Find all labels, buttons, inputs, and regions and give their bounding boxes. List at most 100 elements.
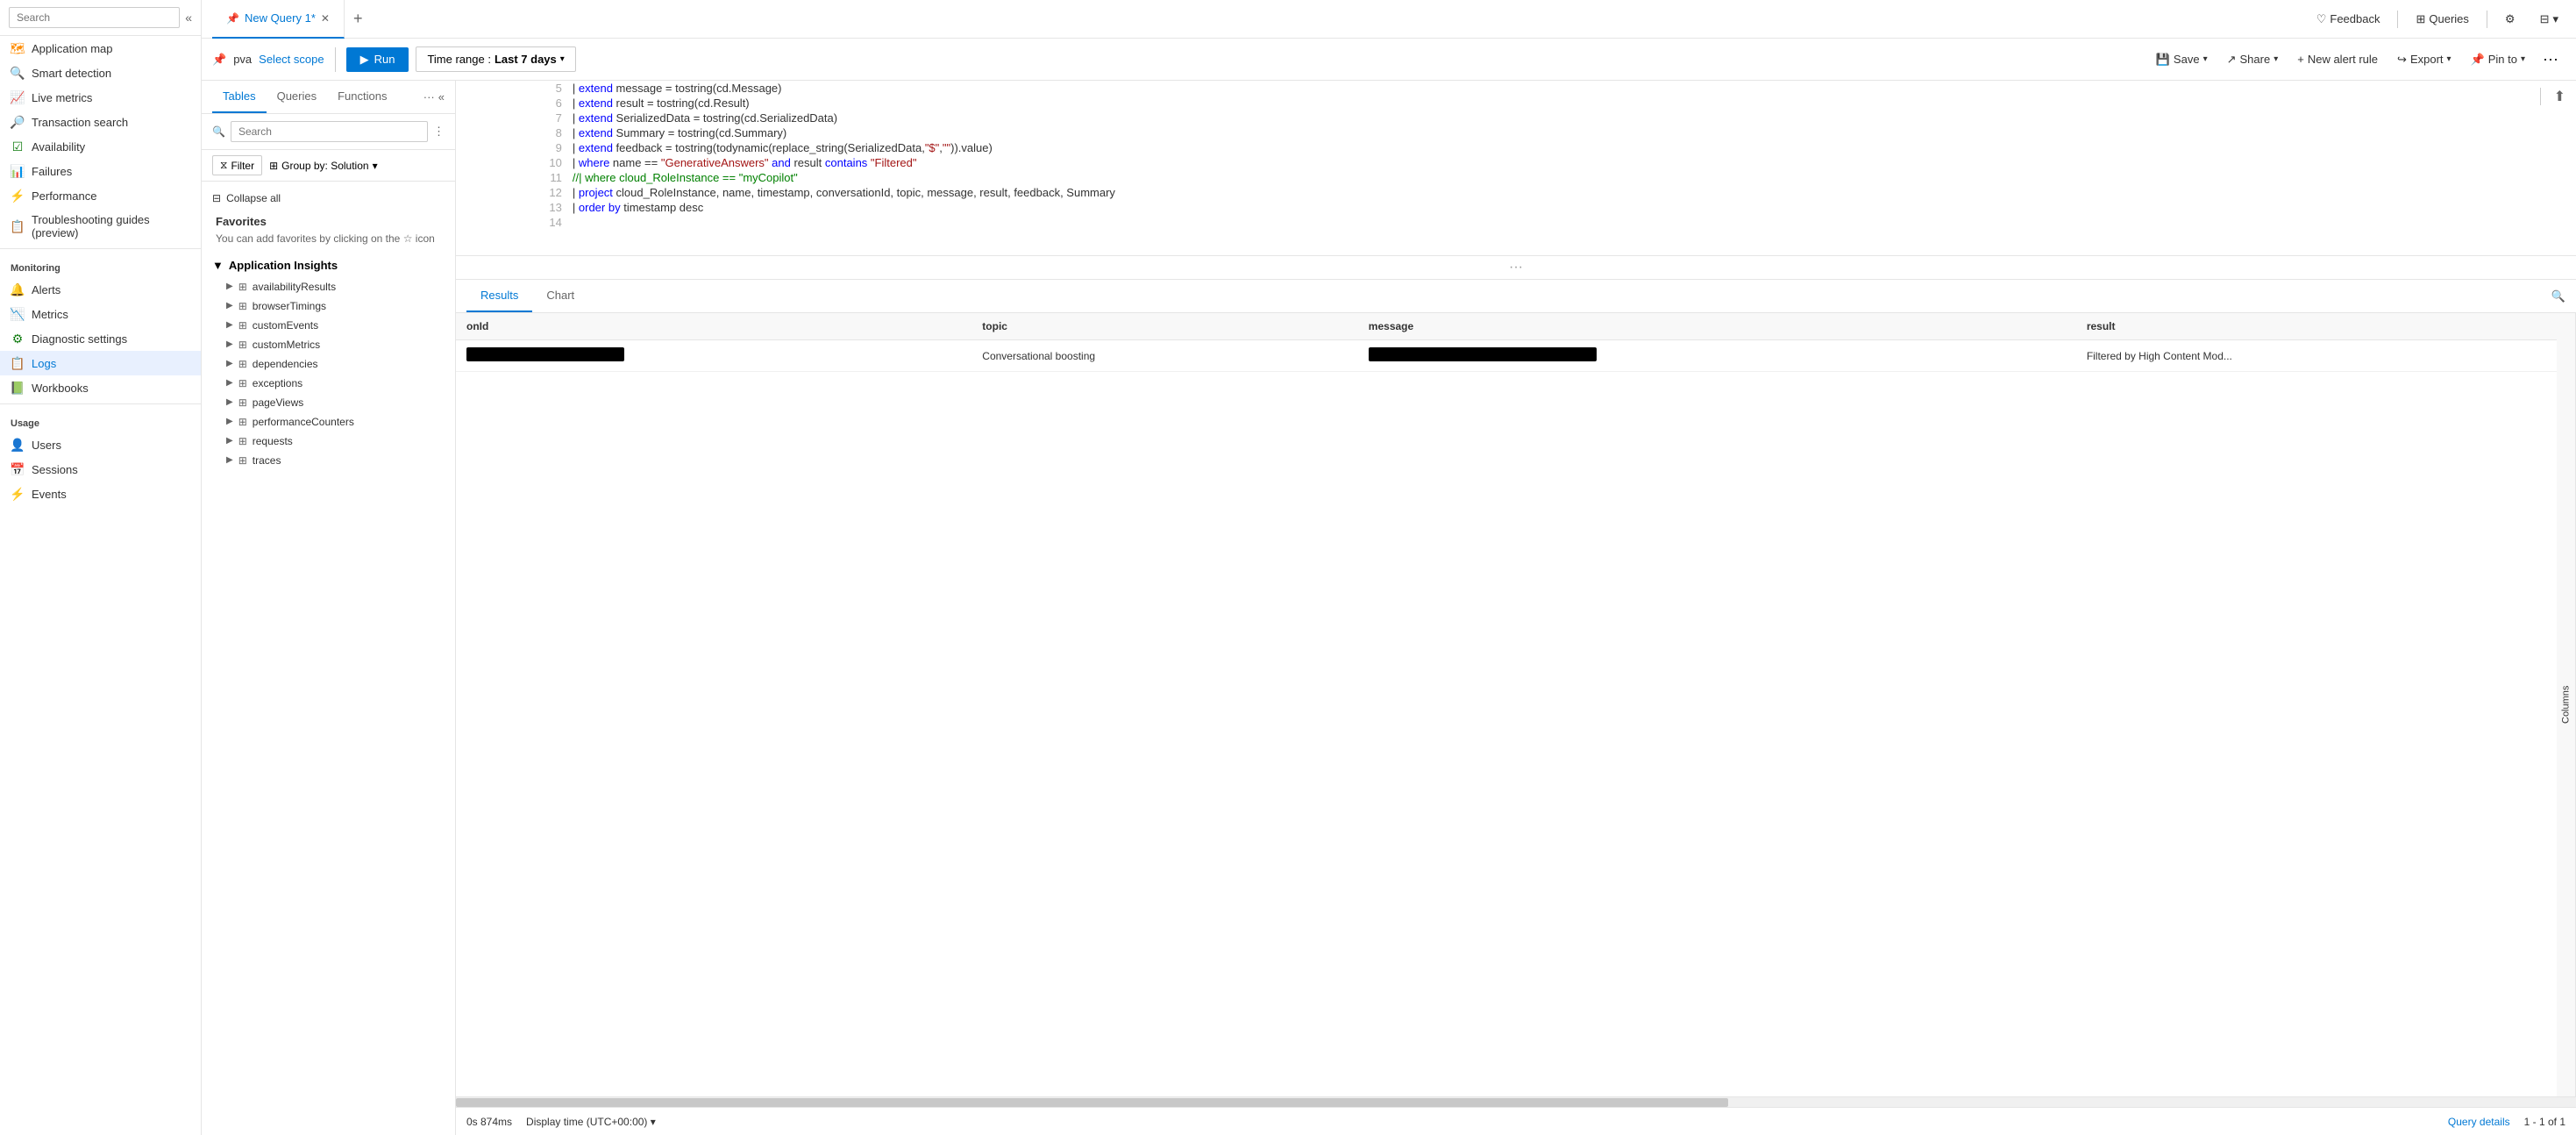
- settings-button[interactable]: ⚙: [2498, 9, 2523, 30]
- table-availability-results[interactable]: ▶ ⊞ availabilityResults: [202, 277, 455, 296]
- queries-icon: ⊞: [2416, 12, 2425, 26]
- group-by-button[interactable]: ⊞ Group by: Solution ▾: [269, 160, 378, 172]
- table-traces[interactable]: ▶ ⊞ traces: [202, 451, 455, 470]
- results-area: Results Chart 🔍 onId topic message: [456, 280, 2576, 1135]
- collapse-all-button[interactable]: ⊟ Collapse all: [202, 189, 455, 208]
- results-tab[interactable]: Results: [466, 280, 532, 312]
- app-insights-label: Application Insights: [229, 259, 338, 272]
- tab-close-icon[interactable]: ✕: [321, 12, 330, 25]
- share-button[interactable]: ↗ Share ▾: [2218, 48, 2288, 71]
- top-bar: 📌 New Query 1* ✕ + ♡ Feedback ⊞ Queries …: [202, 0, 2576, 39]
- sidebar-item-label: Live metrics: [32, 91, 92, 104]
- editor-collapse-button[interactable]: ⬆: [2554, 88, 2565, 105]
- filter-label: Filter: [231, 160, 254, 172]
- sidebar-item-live-metrics[interactable]: 📈 Live metrics: [0, 85, 201, 110]
- sidebar-item-failures[interactable]: 📊 Failures: [0, 159, 201, 183]
- save-button[interactable]: 💾 Save ▾: [2147, 48, 2217, 71]
- time-range-button[interactable]: Time range : Last 7 days ▾: [416, 46, 575, 72]
- redacted-cell: [466, 347, 624, 361]
- sidebar-item-metrics[interactable]: 📉 Metrics: [0, 302, 201, 326]
- columns-sidebar-button[interactable]: Columns: [2557, 313, 2576, 1096]
- layout-button[interactable]: ⊟ ▾: [2533, 9, 2565, 30]
- sidebar-item-label: Failures: [32, 165, 72, 178]
- table-label: requests: [253, 435, 293, 447]
- sidebar-item-transaction-search[interactable]: 🔎 Transaction search: [0, 110, 201, 134]
- new-alert-button[interactable]: + New alert rule: [2288, 48, 2387, 70]
- feedback-label: Feedback: [2330, 12, 2380, 25]
- scroll-bar[interactable]: [456, 1096, 2576, 1107]
- table-icon: ⊞: [238, 339, 247, 351]
- table-custom-events[interactable]: ▶ ⊞ customEvents: [202, 316, 455, 335]
- feedback-heart-icon: ♡: [2316, 12, 2327, 26]
- sidebar-collapse-icon[interactable]: «: [185, 11, 192, 25]
- sidebar-item-troubleshooting[interactable]: 📋 Troubleshooting guides (preview): [0, 208, 201, 245]
- table-exceptions[interactable]: ▶ ⊞ exceptions: [202, 374, 455, 393]
- table-row[interactable]: Conversational boosting Filtered by High…: [456, 340, 2557, 372]
- sidebar-item-performance[interactable]: ⚡ Performance: [0, 183, 201, 208]
- sidebar-item-label: Logs: [32, 357, 56, 370]
- app-insights-header[interactable]: ▼ Application Insights: [202, 253, 455, 277]
- query-details-link[interactable]: Query details: [2448, 1116, 2510, 1128]
- sidebar-item-diagnostic-settings[interactable]: ⚙ Diagnostic settings: [0, 326, 201, 351]
- scope-area: 📌 pva Select scope: [212, 53, 324, 67]
- export-button[interactable]: ↪ Export ▾: [2388, 48, 2460, 71]
- col-header-onid[interactable]: onId: [456, 313, 971, 340]
- table-performance-counters[interactable]: ▶ ⊞ performanceCounters: [202, 412, 455, 432]
- sidebar-item-availability[interactable]: ☑ Availability: [0, 134, 201, 159]
- table-dependencies[interactable]: ▶ ⊞ dependencies: [202, 354, 455, 374]
- panel-tabs: Tables Queries Functions ··· «: [202, 81, 455, 114]
- new-alert-icon: +: [2297, 53, 2304, 66]
- pin-icon: 📌: [2471, 53, 2485, 67]
- panel-collapse-button[interactable]: «: [438, 90, 445, 104]
- select-scope-link[interactable]: Select scope: [259, 53, 324, 66]
- sessions-icon: 📅: [11, 462, 25, 476]
- save-chevron: ▾: [2203, 54, 2208, 64]
- workbooks-icon: 📗: [11, 381, 25, 395]
- display-time-chevron[interactable]: ▾: [651, 1116, 656, 1128]
- scope-name: pva: [233, 53, 252, 66]
- table-browser-timings[interactable]: ▶ ⊞ browserTimings: [202, 296, 455, 316]
- query-time: 0s 874ms: [466, 1116, 512, 1128]
- sidebar-item-users[interactable]: 👤 Users: [0, 432, 201, 457]
- code-line-5: 5 | extend message = tostring(cd.Message…: [456, 81, 2576, 96]
- table-requests[interactable]: ▶ ⊞ requests: [202, 432, 455, 451]
- sidebar-item-label: Diagnostic settings: [32, 332, 127, 346]
- col-header-topic[interactable]: topic: [971, 313, 1358, 340]
- query-tab[interactable]: 📌 New Query 1* ✕: [212, 0, 345, 39]
- results-tabs: Results Chart 🔍: [456, 280, 2576, 313]
- table-page-views[interactable]: ▶ ⊞ pageViews: [202, 393, 455, 412]
- sidebar-item-alerts[interactable]: 🔔 Alerts: [0, 277, 201, 302]
- sidebar-item-smart-detection[interactable]: 🔍 Smart detection: [0, 61, 201, 85]
- tables-tab[interactable]: Tables: [212, 81, 267, 113]
- feedback-button[interactable]: ♡ Feedback: [2309, 9, 2387, 30]
- sidebar-item-workbooks[interactable]: 📗 Workbooks: [0, 375, 201, 400]
- table-custom-metrics[interactable]: ▶ ⊞ customMetrics: [202, 335, 455, 354]
- col-header-result[interactable]: result: [2076, 313, 2557, 340]
- pin-to-button[interactable]: 📌 Pin to ▾: [2462, 48, 2534, 71]
- sidebar-item-label: Sessions: [32, 463, 78, 476]
- code-editor[interactable]: 5 | extend message = tostring(cd.Message…: [456, 81, 2576, 256]
- add-tab-button[interactable]: +: [345, 0, 372, 39]
- tree-chevron-icon: ▶: [226, 436, 233, 446]
- editor-toolbar-sep: [2540, 88, 2541, 105]
- queries-tab[interactable]: Queries: [267, 81, 328, 113]
- code-line-8: 8 | extend Summary = tostring(cd.Summary…: [456, 125, 2576, 140]
- sidebar-item-application-map[interactable]: 🗺 Application map: [0, 36, 201, 61]
- chart-tab[interactable]: Chart: [532, 280, 588, 312]
- sidebar-search-input[interactable]: [9, 7, 180, 28]
- col-header-message[interactable]: message: [1358, 313, 2076, 340]
- functions-tab[interactable]: Functions: [327, 81, 397, 113]
- more-options-button[interactable]: ···: [2536, 46, 2565, 72]
- results-search-icon[interactable]: 🔍: [2551, 289, 2565, 303]
- sidebar-item-sessions[interactable]: 📅 Sessions: [0, 457, 201, 482]
- favorites-title: Favorites: [202, 208, 455, 232]
- usage-section-label: Usage: [0, 408, 201, 432]
- panel-tab-more[interactable]: ···: [423, 90, 435, 104]
- panel-search-input[interactable]: [231, 121, 428, 142]
- sidebar-item-logs[interactable]: 📋 Logs: [0, 351, 201, 375]
- panel-search-options-icon[interactable]: ⋮: [433, 125, 445, 139]
- run-button[interactable]: ▶ Run: [346, 47, 409, 72]
- filter-button[interactable]: ⧖ Filter: [212, 155, 262, 175]
- sidebar-item-events[interactable]: ⚡ Events: [0, 482, 201, 506]
- queries-button[interactable]: ⊞ Queries: [2409, 9, 2475, 30]
